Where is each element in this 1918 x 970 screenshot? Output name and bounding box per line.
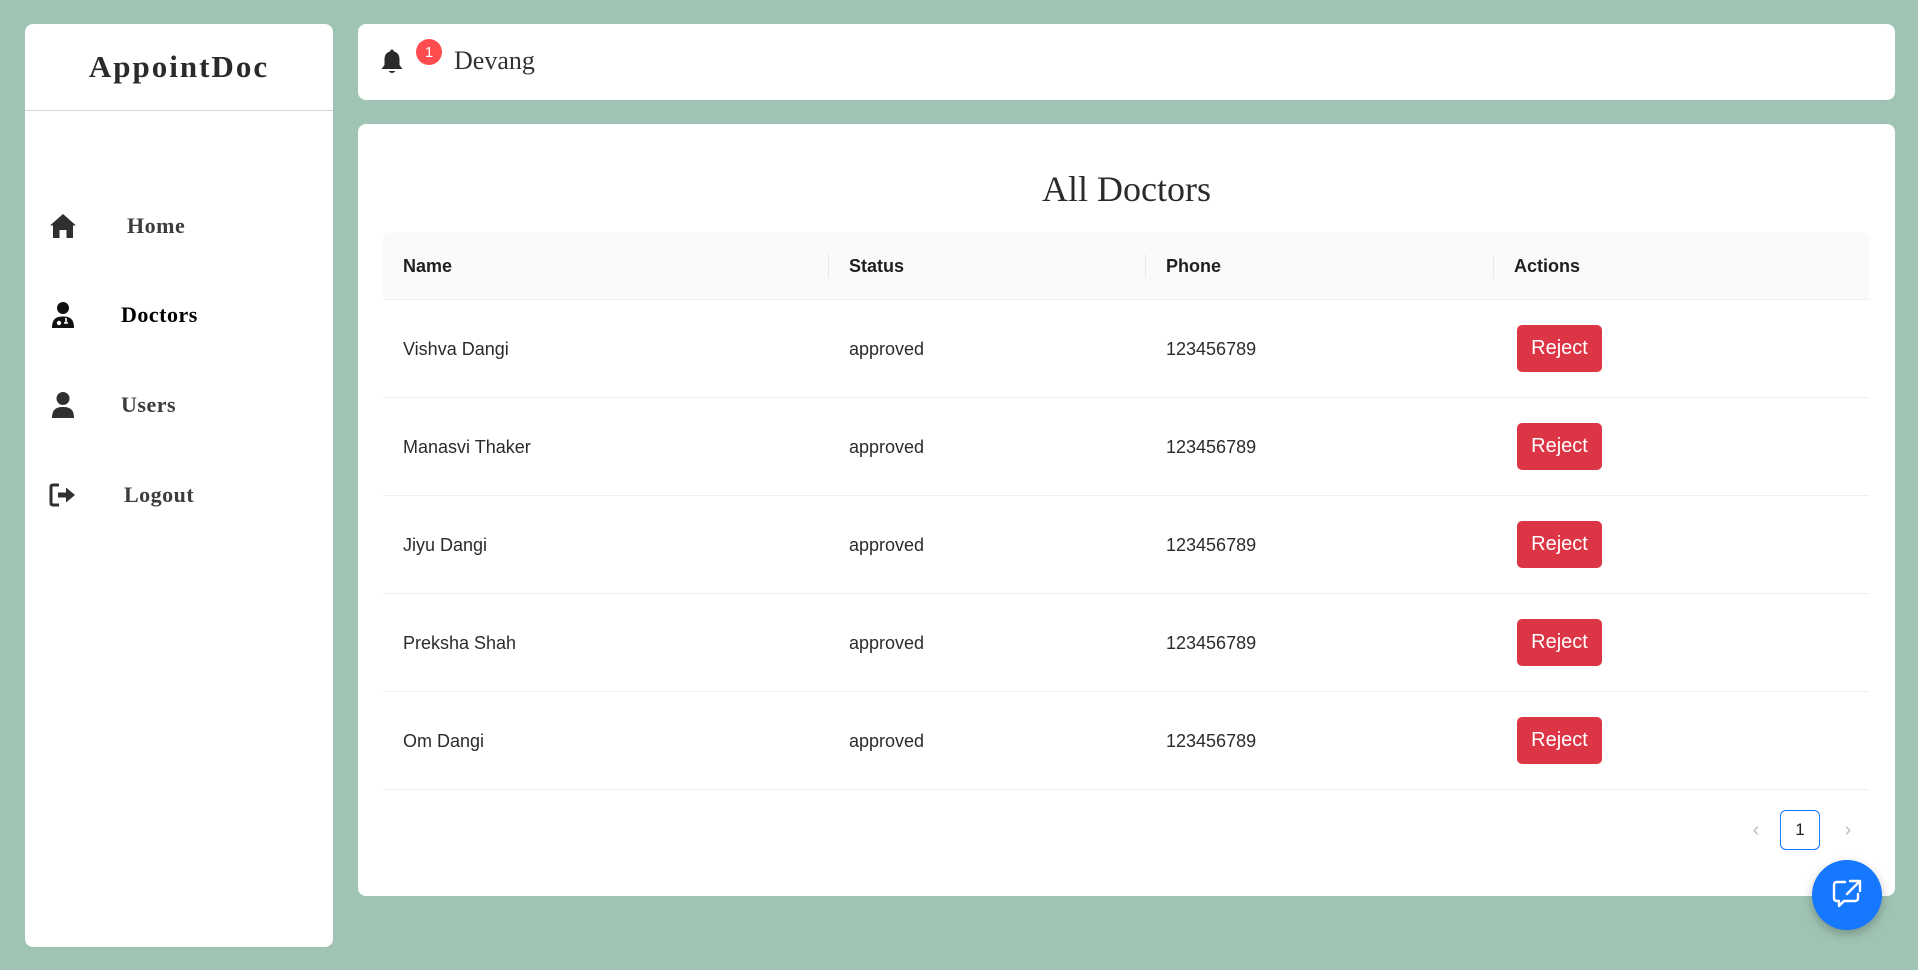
sidebar-item-label: Doctors	[121, 302, 198, 327]
reject-button[interactable]: Reject	[1517, 619, 1602, 666]
column-divider	[828, 254, 829, 278]
cell-phone: 123456789	[1166, 534, 1257, 555]
sidebar-item-label: Logout	[124, 482, 195, 507]
sidebar-item-logout[interactable]: Logout	[25, 465, 333, 525]
main-content: All Doctors Name Status Phone Actions Vi…	[358, 124, 1895, 896]
sidebar-item-home[interactable]: Home	[25, 196, 333, 256]
doctors-table: Name Status Phone Actions Vishva Dangi a…	[383, 232, 1869, 790]
reject-button[interactable]: Reject	[1517, 717, 1602, 764]
table-header: Name Status Phone Actions	[383, 232, 1869, 300]
reject-button[interactable]: Reject	[1517, 325, 1602, 372]
cell-phone: 123456789	[1166, 632, 1257, 653]
app-logo: AppointDoc	[25, 24, 333, 111]
column-header-status: Status	[849, 255, 905, 276]
pagination: ‹ 1 ›	[1738, 810, 1868, 850]
cell-name: Preksha Shah	[403, 632, 517, 653]
cell-status: approved	[849, 436, 925, 457]
column-header-actions: Actions	[1514, 255, 1581, 276]
page-title: All Doctors	[1042, 169, 1211, 209]
home-icon	[48, 211, 78, 241]
sidebar-item-users[interactable]: Users	[25, 375, 333, 435]
column-header-name: Name	[403, 255, 453, 276]
logout-icon	[48, 480, 78, 510]
bell-icon[interactable]	[380, 48, 408, 76]
table-row: Vishva Dangi approved 123456789 Reject	[383, 300, 1869, 398]
doctor-icon	[48, 300, 78, 330]
chat-button[interactable]	[1812, 860, 1882, 930]
sidebar-item-label: Users	[121, 392, 177, 417]
cell-name: Om Dangi	[403, 730, 485, 751]
cell-status: approved	[849, 730, 925, 751]
chevron-right-icon[interactable]: ›	[1830, 810, 1866, 850]
sidebar: AppointDoc Home Doctors Users Logout	[25, 24, 333, 947]
notification-badge: 1	[416, 39, 442, 65]
table-row: Om Dangi approved 123456789 Reject	[383, 692, 1869, 790]
cell-phone: 123456789	[1166, 338, 1257, 359]
column-divider	[1145, 254, 1146, 278]
cell-phone: 123456789	[1166, 730, 1257, 751]
user-icon	[48, 390, 78, 420]
column-divider	[1493, 254, 1494, 278]
cell-status: approved	[849, 338, 925, 359]
username[interactable]: Devang	[454, 46, 535, 76]
cell-status: approved	[849, 632, 925, 653]
cell-name: Manasvi Thaker	[403, 436, 531, 457]
page-number[interactable]: 1	[1780, 810, 1820, 850]
cell-name: Jiyu Dangi	[403, 534, 488, 555]
sidebar-item-doctors[interactable]: Doctors	[25, 285, 333, 345]
table-row: Manasvi Thaker approved 123456789 Reject	[383, 398, 1869, 496]
table-row: Preksha Shah approved 123456789 Reject	[383, 594, 1869, 692]
cell-name: Vishva Dangi	[403, 338, 509, 359]
reject-button[interactable]: Reject	[1517, 521, 1602, 568]
table-row: Jiyu Dangi approved 123456789 Reject	[383, 496, 1869, 594]
sidebar-item-label: Home	[127, 213, 186, 238]
cell-phone: 123456789	[1166, 436, 1257, 457]
external-chat-icon	[1831, 878, 1863, 913]
chevron-left-icon[interactable]: ‹	[1738, 810, 1774, 850]
top-header: 1 Devang	[358, 24, 1895, 100]
column-header-phone: Phone	[1166, 255, 1222, 276]
reject-button[interactable]: Reject	[1517, 423, 1602, 470]
cell-status: approved	[849, 534, 925, 555]
